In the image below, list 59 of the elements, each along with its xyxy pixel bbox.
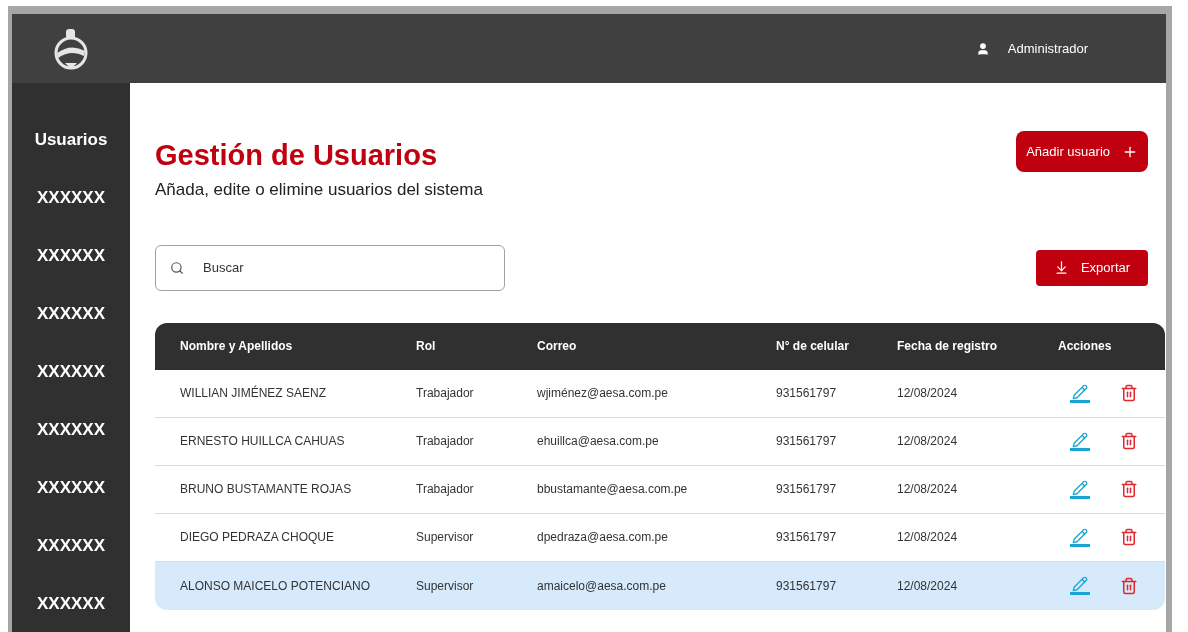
table-cell-text: 12/08/2024: [897, 433, 959, 450]
column-header: Fecha de registro: [897, 338, 999, 355]
search-field[interactable]: Buscar: [155, 244, 505, 291]
sidebar-item[interactable]: XXXXXX: [36, 419, 105, 440]
sidebar-item[interactable]: XXXXXX: [36, 245, 105, 266]
sidebar-item[interactable]: XXXXXX: [36, 535, 105, 556]
column-header: Correo: [537, 338, 578, 355]
sidebar-item[interactable]: XXXXXX: [36, 477, 105, 498]
sidebar-item[interactable]: Usuarios: [34, 129, 108, 150]
table-cell-text: 12/08/2024: [897, 385, 959, 402]
table-cell-text: ERNESTO HUILLCA CAHUAS: [180, 433, 346, 450]
edit-button[interactable]: [1070, 527, 1090, 547]
table-cell-text: WILLIAN JIMÉNEZ SAENZ: [180, 384, 328, 402]
table-cell-text: bbustamante@aesa.com.pe: [537, 481, 689, 498]
edit-button[interactable]: [1070, 431, 1090, 451]
user-name[interactable]: Administrador: [1007, 38, 1088, 59]
table-cell-text: ALONSO MAICELO POTENCIANO: [180, 577, 372, 595]
export-button[interactable]: Exportar: [1036, 249, 1148, 286]
table-cell-text: amaicelo@aesa.com.pe: [537, 577, 667, 595]
table-cell-text: Trabajador: [416, 433, 475, 450]
add-user-button[interactable]: Añadir usuario: [1016, 131, 1148, 172]
table-cell-text: wjiménez@aesa.com.pe: [537, 385, 669, 402]
user-icon: [975, 41, 990, 56]
table-cell-text: BRUNO BUSTAMANTE ROJAS: [180, 481, 353, 498]
table-cell-text: 931561797: [776, 385, 838, 402]
delete-button[interactable]: [1120, 384, 1138, 402]
delete-button[interactable]: [1120, 432, 1138, 450]
sidebar-item[interactable]: XXXXXX: [36, 593, 105, 614]
table-cell-text: ehuillca@aesa.com.pe: [537, 433, 660, 450]
table-cell-text: 12/08/2024: [897, 481, 959, 498]
table-cell-text: 12/08/2024: [897, 577, 959, 595]
sidebar-item[interactable]: XXXXXX: [36, 361, 105, 382]
page-title: Gestión de Usuarios: [155, 138, 438, 173]
table-cell-text: Supervisor: [416, 577, 475, 595]
table-cell-text: 931561797: [776, 529, 838, 546]
table-cell-text: Trabajador: [416, 385, 475, 402]
table-cell-text: DIEGO PEDRAZA CHOQUE: [180, 529, 336, 546]
sidebar-item[interactable]: XXXXXX: [36, 303, 105, 324]
table-cell-text: dpedraza@aesa.com.pe: [537, 529, 669, 546]
table-cell-text: Supervisor: [416, 529, 475, 546]
column-header: Acciones: [1057, 338, 1113, 355]
table-cell-text: 931561797: [776, 577, 838, 595]
table-cell-text: 12/08/2024: [897, 529, 959, 546]
edit-button[interactable]: [1070, 479, 1090, 499]
page-subtitle: Añada, edite o elimine usuarios del sistema: [155, 179, 483, 201]
edit-button[interactable]: [1070, 383, 1090, 403]
delete-button[interactable]: [1120, 480, 1138, 498]
column-header: Rol: [416, 338, 437, 355]
delete-button[interactable]: [1120, 528, 1138, 546]
table-cell-text: Trabajador: [416, 481, 475, 498]
column-header: N° de celular: [776, 338, 850, 355]
sidebar-item[interactable]: XXXXXX: [36, 187, 105, 208]
table-cell-text: 931561797: [776, 481, 838, 498]
delete-button[interactable]: [1120, 576, 1138, 595]
column-header: Nombre y Apellidos: [180, 338, 294, 355]
table-cell-text: 931561797: [776, 433, 838, 450]
search-icon: [170, 260, 184, 275]
table-row[interactable]: ALONSO MAICELO POTENCIANO Supervisor amaicelo@aesa.com.pe 931561797 12/08/2024: [155, 561, 1165, 610]
edit-button[interactable]: [1070, 576, 1090, 595]
